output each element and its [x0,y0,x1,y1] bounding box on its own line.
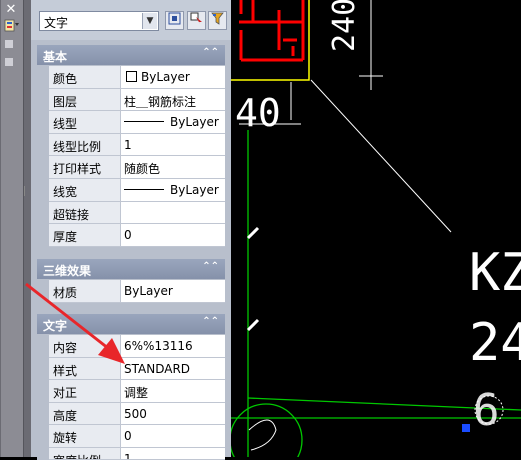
property-label: 旋转 [49,425,121,448]
quick-select-icon [211,12,224,25]
quick-select-button[interactable] [208,11,227,30]
section-text-title: 文字 [43,319,68,333]
property-label: 材质 [49,280,121,303]
palette-toolbar: 文字 ▼ [31,0,231,40]
property-value[interactable] [121,201,225,225]
property-row[interactable]: 内容 6%%13116 [37,335,225,358]
property-value[interactable]: 0 [121,224,225,247]
toggle-pickadd-button[interactable] [165,11,184,30]
property-label: 对正 [49,380,121,403]
property-value[interactable]: ByLayer [121,111,225,134]
property-row[interactable]: 宽度比例1 [37,447,225,460]
section-3d-grid: 材质 ByLayer [37,280,225,303]
pickadd-icon [168,12,181,25]
property-row[interactable]: 超链接 [37,201,225,225]
property-label: 超链接 [49,201,121,225]
property-value[interactable]: ByLayer [121,280,225,303]
resize-handle[interactable] [24,186,30,196]
property-label: 线型 [49,111,121,134]
properties-options-icon[interactable] [4,19,20,33]
palette-title-bar[interactable]: ✕ [1,0,24,457]
label-24[interactable]: 24 [469,313,521,373]
property-label: 打印样式 [49,156,121,179]
section-3d-header[interactable]: 三维效果 ⌃⌃ [37,259,225,279]
property-value[interactable]: 1 [121,447,225,460]
color-swatch-icon [126,71,137,82]
property-value[interactable]: 调整 [121,380,225,403]
property-value[interactable]: 500 [121,402,225,426]
section-text-grid: 内容6%%13116 样式STANDARD 对正调整 高度500 旋转0 宽度比… [37,335,225,460]
property-label: 宽度比例 [49,447,121,460]
section-text-header[interactable]: 文字 ⌃⌃ [37,314,225,334]
drawing-canvas[interactable]: 240 40 KZ 24 6 [231,0,521,457]
autohide-icon[interactable] [5,40,13,48]
property-row[interactable]: 线宽 ByLayer [37,178,225,202]
property-row[interactable]: 线型 ByLayer [37,111,225,134]
property-value[interactable]: 随颜色 [121,156,225,179]
section-basic-title: 基本 [43,50,68,64]
linetype-sample-icon [124,121,164,123]
dim-text-top[interactable]: 240 [327,0,362,52]
properties-palette: 文字 ▼ 基本 ⌃⌃ 颜色 ByLayer 图层 柱＿钢筋标注 线型 ByLayer … [31,0,239,460]
select-objects-button[interactable] [187,11,206,30]
object-type-value: 文字 [44,16,69,30]
chevron-down-icon[interactable]: ▼ [142,13,157,29]
property-row[interactable]: 高度 500 [37,402,225,426]
palette-title-strip: ✕ [0,0,31,457]
property-row[interactable]: 材质 ByLayer [37,280,225,303]
select-objects-icon [190,12,202,24]
property-label: 样式 [49,357,121,381]
section-3d-title: 三维效果 [43,264,92,278]
label-kz[interactable]: KZ [469,243,521,303]
property-row[interactable]: 旋转 0 [37,425,225,448]
property-label: 厚度 [49,224,121,247]
label-6[interactable]: 6 [473,385,500,436]
property-value[interactable]: STANDARD [121,357,225,381]
property-value[interactable]: 6%%13116 [121,335,225,358]
collapse-icon[interactable]: ⌃⌃ [202,47,219,58]
property-row[interactable]: 打印样式 随颜色 [37,156,225,179]
property-label: 线型比例 [49,133,121,157]
properties-icon[interactable] [5,58,13,66]
property-value[interactable]: 1 [121,133,225,157]
dim-text-mid[interactable]: 40 [235,91,281,135]
property-label: 图层 [49,88,121,112]
property-row[interactable]: 对正 调整 [37,380,225,403]
property-row[interactable]: 线型比例 1 [37,133,225,157]
property-value[interactable]: ByLayer [121,66,225,89]
close-icon[interactable]: ✕ [4,3,18,17]
property-row[interactable]: 样式 STANDARD [37,357,225,381]
lineweight-sample-icon [124,188,164,190]
property-label: 内容 [49,335,121,358]
section-basic-grid: 颜色 ByLayer 图层 柱＿钢筋标注 线型 ByLayer 线型比例 1 打印样式随… [37,66,225,247]
property-label: 颜色 [49,66,121,89]
section-basic-header[interactable]: 基本 ⌃⌃ [37,45,225,65]
property-value[interactable]: ByLayer [121,178,225,202]
object-type-select[interactable]: 文字 ▼ [39,11,159,31]
property-row[interactable]: 图层 柱＿钢筋标注 [37,88,225,112]
property-value[interactable]: 0 [121,425,225,448]
property-row[interactable]: 颜色 ByLayer [37,66,225,89]
grip-point[interactable] [462,424,470,432]
collapse-icon[interactable]: ⌃⌃ [202,316,219,327]
property-row[interactable]: 厚度 0 [37,224,225,247]
collapse-icon[interactable]: ⌃⌃ [202,261,219,272]
property-label: 高度 [49,402,121,426]
property-label: 线宽 [49,178,121,202]
property-value[interactable]: 柱＿钢筋标注 [121,88,225,112]
